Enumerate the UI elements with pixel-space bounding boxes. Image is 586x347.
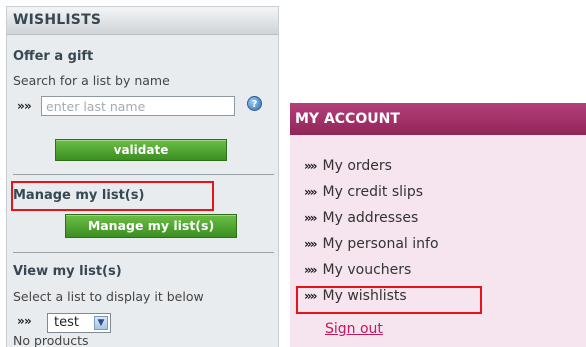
wishlists-header: WISHLISTS bbox=[7, 7, 278, 35]
my-personal-info-link[interactable]: »» My personal info bbox=[304, 236, 439, 252]
view-lists-title: View my list(s) bbox=[13, 264, 122, 279]
manage-lists-button[interactable]: Manage my list(s) bbox=[65, 214, 237, 238]
my-personal-info-label: My personal info bbox=[322, 236, 439, 252]
my-orders-label: My orders bbox=[322, 158, 392, 174]
divider bbox=[13, 252, 274, 253]
offer-gift-title: Offer a gift bbox=[13, 49, 94, 64]
double-chevron-icon: » bbox=[24, 99, 32, 113]
my-credit-slips-link[interactable]: »» My credit slips bbox=[304, 184, 423, 200]
dropdown-arrow-icon[interactable]: ▼ bbox=[94, 316, 108, 330]
double-chevron-icon: »» bbox=[304, 237, 317, 251]
my-account-block: MY ACCOUNT »» My orders »» My credit slips… bbox=[290, 103, 586, 347]
double-chevron-icon: »» bbox=[304, 211, 317, 225]
double-chevron-icon: » bbox=[17, 314, 25, 328]
no-products-text: No products bbox=[13, 333, 89, 347]
double-chevron-icon: » bbox=[17, 99, 25, 113]
my-vouchers-label: My vouchers bbox=[322, 262, 412, 278]
sign-out-link[interactable]: Sign out bbox=[325, 321, 383, 337]
double-chevron-icon: » bbox=[24, 314, 32, 328]
my-orders-link[interactable]: »» My orders bbox=[304, 158, 392, 174]
my-vouchers-link[interactable]: »» My vouchers bbox=[304, 262, 411, 278]
selected-list-value: test bbox=[54, 315, 79, 330]
double-chevron-icon: »» bbox=[304, 159, 317, 173]
my-credit-slips-label: My credit slips bbox=[322, 184, 424, 200]
my-account-header: MY ACCOUNT bbox=[290, 103, 586, 135]
search-hint: Search for a list by name bbox=[13, 73, 170, 88]
double-chevron-icon: »» bbox=[304, 289, 317, 303]
my-addresses-link[interactable]: »» My addresses bbox=[304, 210, 418, 226]
select-list-hint: Select a list to display it below bbox=[13, 289, 204, 304]
help-icon[interactable]: ? bbox=[247, 96, 262, 111]
manage-lists-title: Manage my list(s) bbox=[13, 188, 145, 203]
double-chevron-icon: »» bbox=[304, 185, 317, 199]
last-name-search-input[interactable] bbox=[41, 96, 235, 116]
divider bbox=[13, 174, 274, 175]
my-wishlists-link[interactable]: »» My wishlists bbox=[304, 288, 407, 304]
my-wishlists-label: My wishlists bbox=[322, 288, 407, 304]
my-addresses-label: My addresses bbox=[322, 210, 419, 226]
screenshot-canvas: WISHLISTS Offer a gift Search for a list… bbox=[0, 0, 586, 347]
validate-button[interactable]: validate bbox=[55, 139, 227, 161]
wishlist-select[interactable]: test ▼ bbox=[47, 313, 111, 333]
double-chevron-icon: »» bbox=[304, 263, 317, 277]
wishlists-block: WISHLISTS Offer a gift Search for a list… bbox=[6, 6, 279, 347]
